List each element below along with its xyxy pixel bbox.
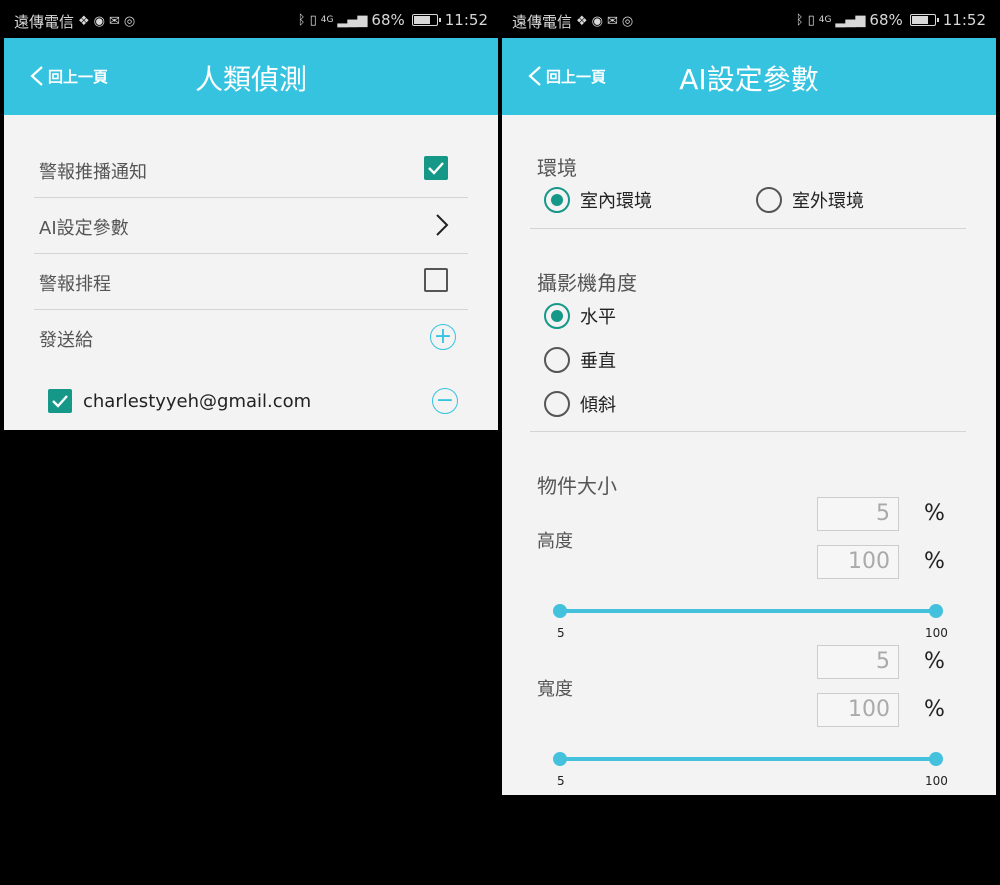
radio-indoor[interactable]: 室內環境	[544, 187, 652, 213]
battery-percent: 68%	[371, 11, 405, 29]
radio-horizontal-dot	[544, 303, 570, 329]
percent-unit: %	[924, 501, 945, 526]
width-max-input[interactable]: 100	[817, 693, 899, 727]
radio-label: 垂直	[580, 351, 616, 372]
add-recipient-button[interactable]: +	[430, 324, 456, 350]
recipient-item: charlestyyeh@gmail.com −	[48, 387, 468, 419]
app-bar: 回上一頁 AI設定參數	[502, 38, 996, 115]
object-size-title: 物件大小	[537, 474, 617, 498]
clock: 11:52	[942, 11, 986, 29]
radio-label: 水平	[580, 307, 616, 328]
divider	[530, 431, 966, 432]
width-range-max-label: 100	[925, 774, 948, 788]
height-range-min-label: 5	[557, 626, 565, 640]
phone-screen-human-detection: 遠傳電信 ❖ ◉ ✉ ◎ ᛒ ▯ 4G ▂▄▆ 68% 11:52 回上一頁 人…	[4, 0, 498, 880]
alert-schedule-checkbox[interactable]	[424, 268, 448, 292]
check-icon	[52, 395, 68, 408]
status-bar: 遠傳電信 ❖ ◉ ✉ ◎ ᛒ ▯ 4G ▂▄▆ 68% 11:52	[502, 0, 996, 40]
mail-icon: ✉	[607, 14, 618, 29]
slider-track	[560, 757, 936, 761]
height-min-handle[interactable]	[553, 604, 567, 618]
chevron-right-icon	[436, 214, 449, 236]
plus-icon: +	[433, 324, 453, 349]
height-min-input[interactable]: 5	[817, 497, 899, 531]
recipient-checkbox[interactable]	[48, 389, 72, 413]
phone-screen-ai-settings: 遠傳電信 ❖ ◉ ✉ ◎ ᛒ ▯ 4G ▂▄▆ 68% 11:52 回上一頁 A…	[502, 0, 996, 880]
battery-icon	[909, 14, 939, 26]
bluetooth-icon: ᛒ	[297, 12, 306, 28]
environment-title: 環境	[537, 156, 577, 180]
camera-angle-title: 攝影機角度	[537, 271, 637, 295]
percent-unit: %	[924, 549, 945, 574]
page-title: 人類偵測	[194, 63, 307, 96]
dropbox-icon: ❖	[78, 14, 90, 29]
width-label: 寬度	[537, 679, 573, 700]
bluetooth-icon: ᛒ	[795, 12, 804, 28]
width-range-slider[interactable]	[553, 752, 943, 766]
radio-tilted[interactable]: 傾斜	[544, 391, 616, 417]
app-bar: 回上一頁 人類偵測	[4, 38, 498, 115]
battery-icon	[411, 14, 441, 26]
row-label: 警報推播通知	[39, 162, 147, 183]
alert-push-checkbox[interactable]	[424, 156, 448, 180]
percent-unit: %	[924, 697, 945, 722]
network-type: 4G	[320, 15, 334, 25]
instagram-icon: ◎	[123, 14, 136, 29]
radio-indoor-dot	[544, 187, 570, 213]
width-max-handle[interactable]	[929, 752, 943, 766]
radio-horizontal[interactable]: 水平	[544, 303, 616, 329]
row-label: 發送給	[39, 330, 93, 351]
radio-outdoor-dot	[756, 187, 782, 213]
row-alert-schedule[interactable]: 警報排程	[34, 254, 468, 310]
instagram-icon: ◎	[621, 14, 634, 29]
height-max-input[interactable]: 100	[817, 545, 899, 579]
height-range-max-label: 100	[925, 626, 948, 640]
height-range-slider[interactable]	[553, 604, 943, 618]
minus-icon: −	[435, 388, 455, 413]
messenger-icon: ◉	[93, 14, 106, 29]
vibrate-icon: ▯	[309, 12, 317, 28]
carrier-name: 遠傳電信	[14, 13, 75, 31]
check-icon	[428, 162, 444, 175]
clock: 11:52	[444, 11, 488, 29]
row-label: AI設定參數	[39, 218, 129, 239]
radio-vertical-dot	[544, 347, 570, 373]
network-type: 4G	[818, 15, 832, 25]
recipient-email: charlestyyeh@gmail.com	[83, 391, 312, 412]
slider-track	[560, 609, 936, 613]
radio-label: 室內環境	[580, 191, 652, 212]
row-ai-settings[interactable]: AI設定參數	[34, 198, 468, 254]
battery-percent: 68%	[869, 11, 903, 29]
row-send-to: 發送給 +	[34, 310, 468, 366]
width-min-input[interactable]: 5	[817, 645, 899, 679]
settings-list: 警報推播通知 AI設定參數 警報排程 發送給 + charlestyyeh@gm…	[4, 115, 498, 430]
carrier-name: 遠傳電信	[512, 13, 573, 31]
remove-recipient-button[interactable]: −	[432, 388, 458, 414]
page-title: AI設定參數	[679, 63, 819, 96]
row-label: 警報排程	[39, 274, 111, 295]
width-min-handle[interactable]	[553, 752, 567, 766]
height-label: 高度	[537, 531, 573, 552]
row-alert-push[interactable]: 警報推播通知	[34, 142, 468, 198]
radio-vertical[interactable]: 垂直	[544, 347, 616, 373]
mail-icon: ✉	[109, 14, 120, 29]
divider	[530, 228, 966, 229]
width-range-min-label: 5	[557, 774, 565, 788]
dropbox-icon: ❖	[576, 14, 588, 29]
vibrate-icon: ▯	[807, 12, 815, 28]
signal-icon: ▂▄▆	[337, 12, 368, 28]
percent-unit: %	[924, 649, 945, 674]
signal-icon: ▂▄▆	[835, 12, 866, 28]
messenger-icon: ◉	[591, 14, 604, 29]
status-bar: 遠傳電信 ❖ ◉ ✉ ◎ ᛒ ▯ 4G ▂▄▆ 68% 11:52	[4, 0, 498, 40]
radio-tilted-dot	[544, 391, 570, 417]
radio-label: 室外環境	[792, 191, 864, 212]
height-max-handle[interactable]	[929, 604, 943, 618]
radio-outdoor[interactable]: 室外環境	[756, 187, 864, 213]
ai-settings-form: 環境 室內環境 室外環境 攝影機角度 水平 垂直 傾斜 物件大小 高度 5 % …	[502, 115, 996, 795]
radio-label: 傾斜	[580, 395, 616, 416]
